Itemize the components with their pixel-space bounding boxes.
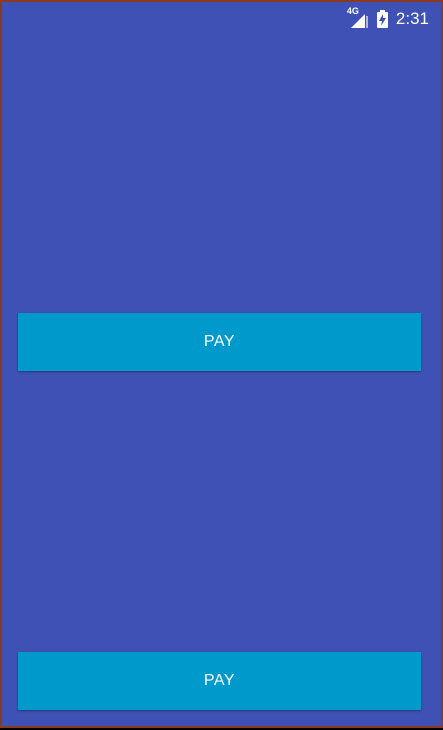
pay-button-bottom[interactable]: PAY [18, 652, 421, 710]
status-icons: 4G 2:31 [346, 6, 429, 30]
app-screen: 4G 2:31 PAY PAY [2, 2, 441, 726]
network-type-label: 4G [346, 6, 359, 16]
pay-button-top[interactable]: PAY [18, 313, 421, 371]
status-time: 2:31 [395, 9, 429, 28]
battery-charging-icon [376, 10, 388, 28]
status-bar: 4G 2:31 [2, 2, 441, 36]
cell-signal-icon: 4G [346, 6, 369, 30]
